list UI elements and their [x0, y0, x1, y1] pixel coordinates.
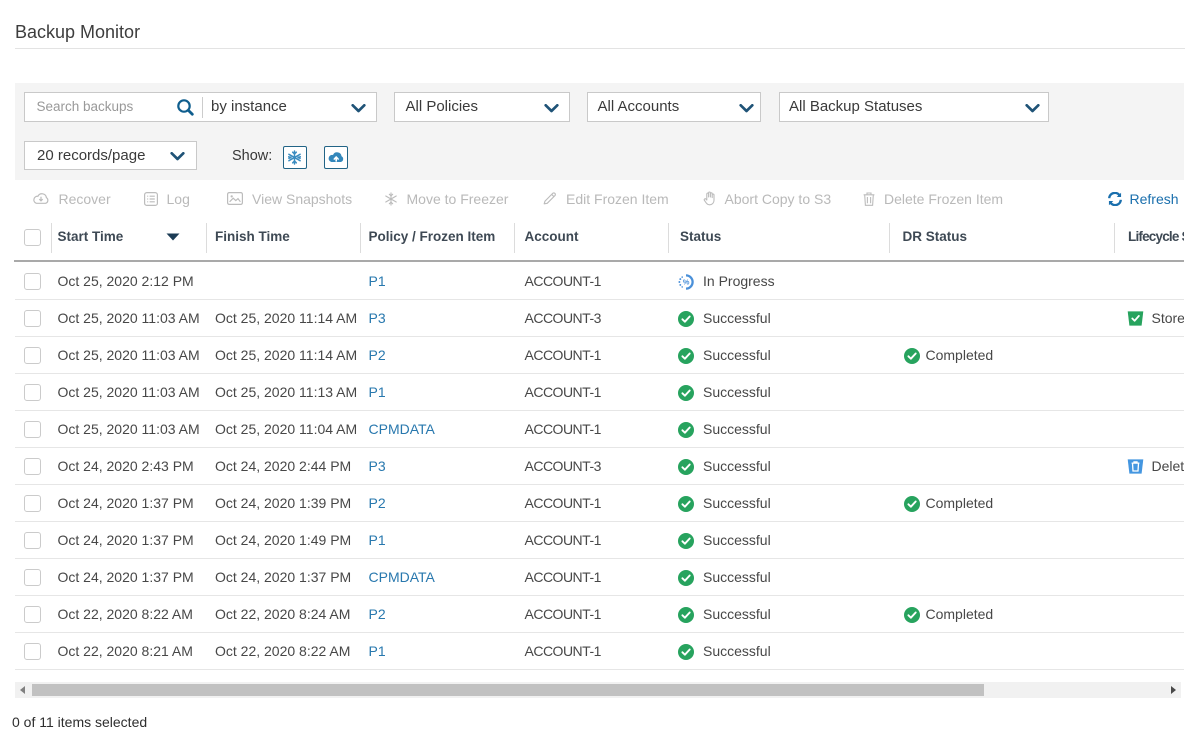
svg-text:%: %: [683, 277, 690, 286]
